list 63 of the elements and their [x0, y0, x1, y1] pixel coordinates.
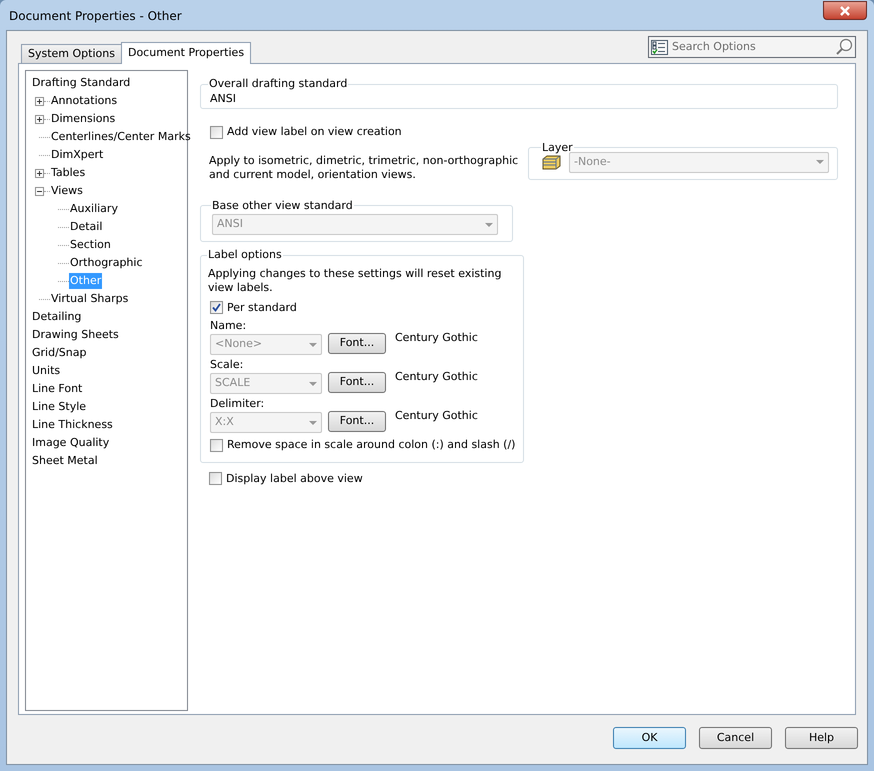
checkbox-label[interactable]: Display label above view [226, 470, 363, 487]
font-name: Century Gothic [395, 330, 478, 346]
tree-item[interactable]: Virtual Sharps [50, 290, 130, 308]
description-text: Apply to isometric, dimetric, trimetric, non-orthographic and current model, orientation views. [209, 154, 520, 182]
tree-item[interactable]: Sheet Metal [31, 452, 99, 470]
search-field[interactable]: Search Options [648, 36, 856, 58]
tree-item[interactable]: Line Font [31, 380, 84, 398]
checklist-icon [651, 40, 668, 54]
dialog-button[interactable]: OK [613, 727, 686, 749]
tree-item[interactable]: Grid/Snap [31, 344, 88, 362]
font-name: Century Gothic [395, 369, 478, 385]
group-title: Overall drafting standard [208, 76, 348, 92]
tree-item[interactable]: Drawing Sheets [31, 326, 120, 344]
caret-icon [309, 420, 317, 424]
tree-item[interactable]: DimXpert [50, 146, 104, 164]
expander-icon[interactable] [35, 96, 44, 106]
checkbox[interactable] [210, 301, 223, 314]
tree-item[interactable]: Tables [50, 164, 86, 182]
dialog-button[interactable]: Help [785, 727, 858, 749]
caret-icon [309, 382, 317, 386]
checkbox[interactable] [210, 126, 223, 139]
tree-item[interactable]: Centerlines/Center Marks [50, 128, 192, 146]
tree-item[interactable]: Detailing [31, 308, 82, 326]
expander-icon[interactable] [35, 168, 44, 178]
tree-item[interactable]: Section [69, 236, 112, 254]
tree-item[interactable]: Dimensions [50, 110, 116, 128]
description-text: Applying changes to these settings will reset existing view labels. [208, 266, 502, 294]
checkbox[interactable] [210, 438, 223, 452]
checkbox-label[interactable]: Remove space in scale around colon (:) and slash (/) [227, 437, 516, 454]
layers-icon [542, 154, 561, 170]
tree-item[interactable]: Drafting Standard [31, 74, 132, 92]
tab[interactable]: System Options [21, 44, 122, 63]
close-icon [839, 6, 851, 16]
tree-item[interactable]: Views [50, 182, 84, 200]
field-label: Delimiter: [210, 396, 266, 411]
field-label: Scale: [210, 357, 244, 372]
dialog-button[interactable]: Cancel [699, 727, 772, 749]
tree-item[interactable]: Orthographic [69, 254, 144, 272]
close-button[interactable] [823, 1, 867, 20]
tree-item[interactable]: Annotations [50, 92, 118, 110]
window-title: Document Properties - Other [9, 8, 182, 25]
field-value: ANSI [209, 90, 237, 106]
tree-item[interactable]: Line Thickness [31, 416, 114, 434]
tree-item[interactable]: Line Style [31, 398, 88, 416]
tab[interactable]: Document Properties [120, 42, 252, 64]
field-label: Name: [210, 318, 248, 333]
tree-item[interactable]: Auxiliary [69, 200, 119, 218]
tree-item[interactable]: Image Quality [31, 434, 110, 452]
expander-icon[interactable] [35, 186, 44, 196]
tree-item[interactable]: Detail [69, 218, 104, 236]
group-title: Label options [207, 247, 283, 263]
caret-icon [816, 160, 824, 164]
font-name: Century Gothic [395, 408, 478, 424]
expander-icon[interactable] [35, 114, 44, 124]
checkbox-label[interactable]: Per standard [227, 300, 297, 316]
caret-icon [309, 342, 317, 346]
tree-item[interactable]: Units [31, 362, 62, 380]
checkbox-label[interactable]: Add view label on view creation [227, 124, 402, 140]
caret-icon [485, 222, 493, 226]
group-title: Base other view standard [211, 198, 354, 214]
search-input[interactable]: Search Options [672, 38, 831, 56]
search-icon [835, 38, 853, 56]
checkbox[interactable] [209, 472, 222, 486]
